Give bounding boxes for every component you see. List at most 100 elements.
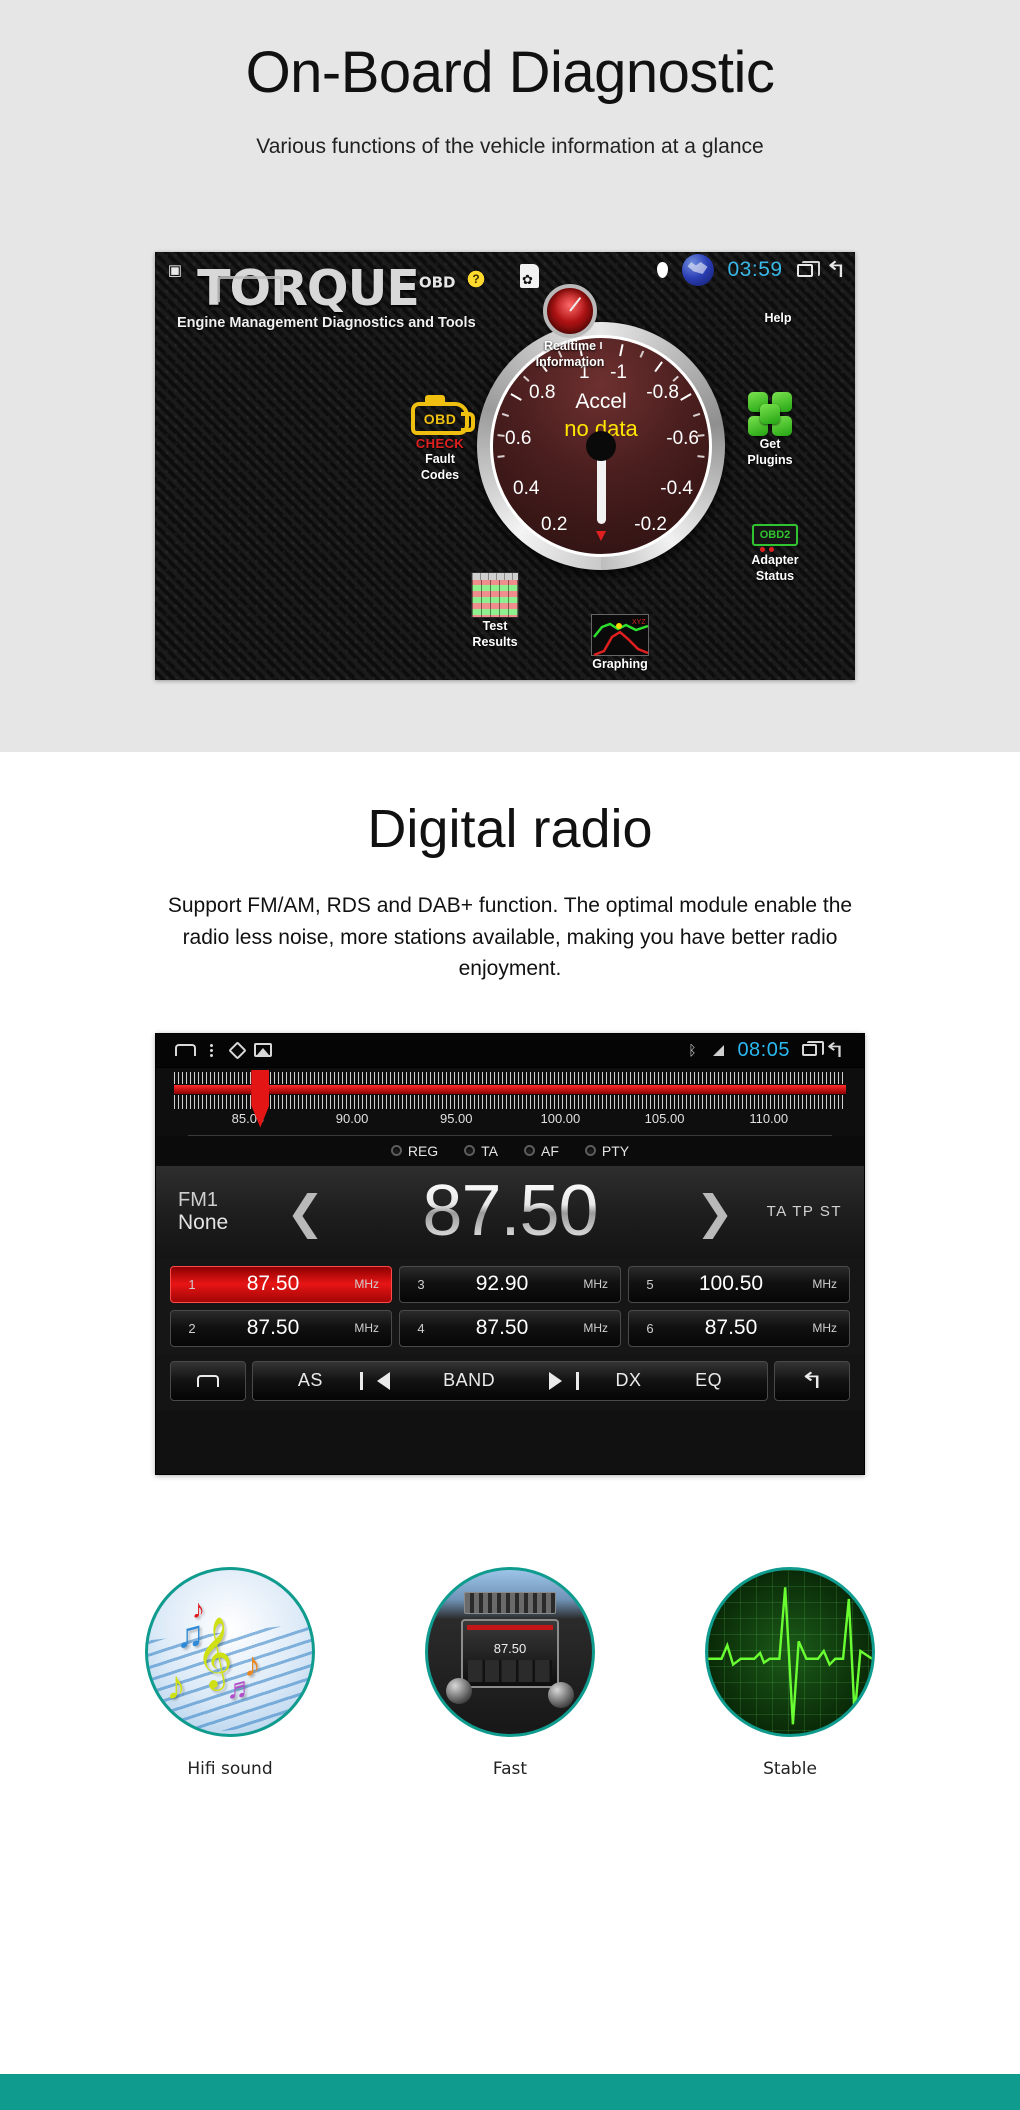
rds-label: PTY	[601, 1142, 630, 1159]
preset-button-6[interactable]: 6 87.50 MHz	[628, 1309, 850, 1347]
dx-button[interactable]: DX	[615, 1370, 641, 1391]
scale-ruler-top	[174, 1071, 846, 1084]
graph-icon-svg: XYZ	[593, 619, 649, 657]
tile-help[interactable]: Help	[743, 310, 813, 326]
features-row: 𝄞 ♫ ♪ ♬ ♪ ♪ Hifi sound 87.50 Fast Stable	[0, 1566, 1020, 1779]
preset-button-2[interactable]: 2 87.50 MHz	[170, 1309, 392, 1347]
check-word: CHECK	[415, 436, 465, 451]
tile-graphing[interactable]: XYZ Graphing	[575, 614, 665, 672]
preset-button-4[interactable]: 4 87.50 MHz	[399, 1309, 621, 1347]
back-icon[interactable]: ↰	[824, 257, 847, 283]
scale-tick: 105.00	[644, 1110, 685, 1126]
tile-label-line2: Status	[755, 568, 795, 583]
tile-label-line1: Graphing	[592, 657, 648, 671]
torque-tagline: Engine Management Diagnostics and Tools	[177, 314, 476, 331]
preset-number: 5	[646, 1276, 654, 1292]
preset-frequency: 87.50	[246, 1272, 300, 1295]
tile-label-line1: Realtime	[543, 339, 597, 353]
tile-test-results[interactable]: Test Results	[445, 572, 545, 649]
head-unit-panel: 87.50	[460, 1618, 560, 1688]
diamond-icon[interactable]	[224, 1039, 250, 1061]
rds-toggle-af[interactable]: AF	[524, 1143, 559, 1159]
preset-unit: MHz	[354, 1321, 379, 1335]
led-icon	[464, 1145, 476, 1156]
back-icon: ↰	[799, 1367, 825, 1393]
preset-number: 6	[646, 1320, 654, 1336]
dash-buttons	[467, 1659, 553, 1682]
band-label: FM1	[178, 1188, 218, 1211]
digital-radio-section: Digital radio Support FM/AM, RDS and DAB…	[0, 752, 1020, 1779]
toolbar-home-button[interactable]	[170, 1360, 246, 1401]
skip-next-icon[interactable]	[548, 1371, 579, 1390]
tile-label-line2: Codes	[420, 467, 460, 482]
preset-number: 4	[417, 1320, 425, 1336]
radio-title: Digital radio	[367, 799, 653, 859]
gauge-label: Accel	[575, 390, 627, 413]
tile-label-line1: Adapter	[751, 553, 799, 567]
back-icon[interactable]: ↰	[817, 1039, 852, 1062]
tile-label-line2: Information	[535, 354, 605, 369]
globe-icon[interactable]	[681, 254, 714, 286]
gauge-tick-0.2: 0.2	[541, 514, 568, 535]
gauge-tick-0.4: 0.4	[513, 478, 540, 499]
gauge-red-marker	[596, 531, 606, 541]
scale-tick: 90.00	[335, 1110, 369, 1126]
eq-button[interactable]: EQ	[695, 1370, 722, 1391]
graph-icon: XYZ	[591, 614, 649, 657]
check-engine-icon: OBD	[411, 395, 475, 435]
preset-button-5[interactable]: 5 100.50 MHz	[628, 1265, 850, 1303]
tile-fault-codes[interactable]: OBD CHECK Fault Codes	[385, 395, 495, 482]
adapter-icon: OBD2	[752, 524, 798, 552]
picture-icon[interactable]	[250, 1039, 276, 1061]
frequency-display-row: FM1 None ❮ 87.50 ❯ TA TP ST	[156, 1165, 864, 1258]
ecg-line	[708, 1586, 872, 1724]
toolbar-back-button[interactable]: ↰	[774, 1360, 850, 1401]
preset-unit: MHz	[812, 1277, 837, 1291]
rds-toggle-ta[interactable]: TA	[464, 1143, 498, 1159]
gauge-tick-neg0.2: -0.2	[634, 514, 667, 535]
location-pin-icon	[656, 262, 668, 278]
radio-status-bar: ᛒ 08:05 ↰	[156, 1033, 864, 1068]
preset-button-1[interactable]: 1 87.50 MHz	[170, 1265, 392, 1303]
home-icon[interactable]	[172, 1039, 198, 1061]
signal-icon	[705, 1039, 731, 1061]
tile-label-line1: Get	[759, 437, 781, 451]
gauge-tick-neg0.4: -0.4	[660, 478, 693, 499]
preset-grid: 1 87.50 MHz 3 92.90 MHz 5 100.50 MHz 2 8…	[170, 1265, 850, 1347]
led-icon	[524, 1145, 536, 1156]
scale-tick: 100.00	[540, 1110, 581, 1126]
preset-unit: MHz	[583, 1321, 608, 1335]
chevron-right-icon[interactable]: ❯	[683, 1189, 746, 1235]
as-button[interactable]: AS	[298, 1370, 323, 1391]
gauge-hub	[586, 431, 616, 461]
tile-get-plugins[interactable]: Get Plugins	[725, 392, 815, 467]
feature-label: Fast	[492, 1758, 528, 1779]
torque-app-screenshot: ▣ 03:59 ↰ TORQUEOBD Engine Management Di…	[155, 252, 855, 680]
rds-toggle-pty[interactable]: PTY	[584, 1142, 630, 1159]
image-icon[interactable]: ▣	[165, 260, 185, 280]
toolbar-main-group: AS BAND DX EQ	[252, 1360, 768, 1401]
obd-clock: 03:59	[727, 258, 783, 281]
home-icon	[197, 1374, 219, 1387]
tile-realtime-information[interactable]: Realtime Information	[515, 284, 625, 369]
menu-dots-icon[interactable]	[198, 1039, 224, 1061]
svg-text:XYZ: XYZ	[632, 619, 646, 626]
preset-number: 2	[188, 1320, 196, 1336]
frequency-scale[interactable]: 85.00 90.00 95.00 100.00 105.00 110.00	[156, 1067, 864, 1136]
puzzle-icon	[748, 392, 792, 436]
rds-toggle-reg[interactable]: REG	[390, 1143, 438, 1159]
radio-app-screenshot: ᛒ 08:05 ↰ 85.00 90.00 95.00 100.00 105.0…	[155, 1032, 865, 1475]
rds-label: TA	[481, 1142, 499, 1159]
obd-section: On-Board Diagnostic Various functions of…	[0, 0, 1020, 752]
led-icon	[390, 1145, 402, 1156]
feature-stable: Stable	[680, 1566, 900, 1779]
obd-badge-text: OBD	[423, 410, 457, 427]
radio-toolbar: AS BAND DX EQ ↰	[156, 1354, 864, 1411]
recents-icon[interactable]	[796, 260, 820, 277]
tile-adapter-status[interactable]: OBD2 Adapter Status	[725, 524, 825, 583]
skip-previous-icon[interactable]	[359, 1371, 390, 1390]
scale-tick: 95.00	[439, 1110, 473, 1126]
chevron-left-icon[interactable]: ❮	[274, 1189, 337, 1235]
band-button[interactable]: BAND	[443, 1370, 495, 1391]
preset-button-3[interactable]: 3 92.90 MHz	[399, 1265, 621, 1303]
